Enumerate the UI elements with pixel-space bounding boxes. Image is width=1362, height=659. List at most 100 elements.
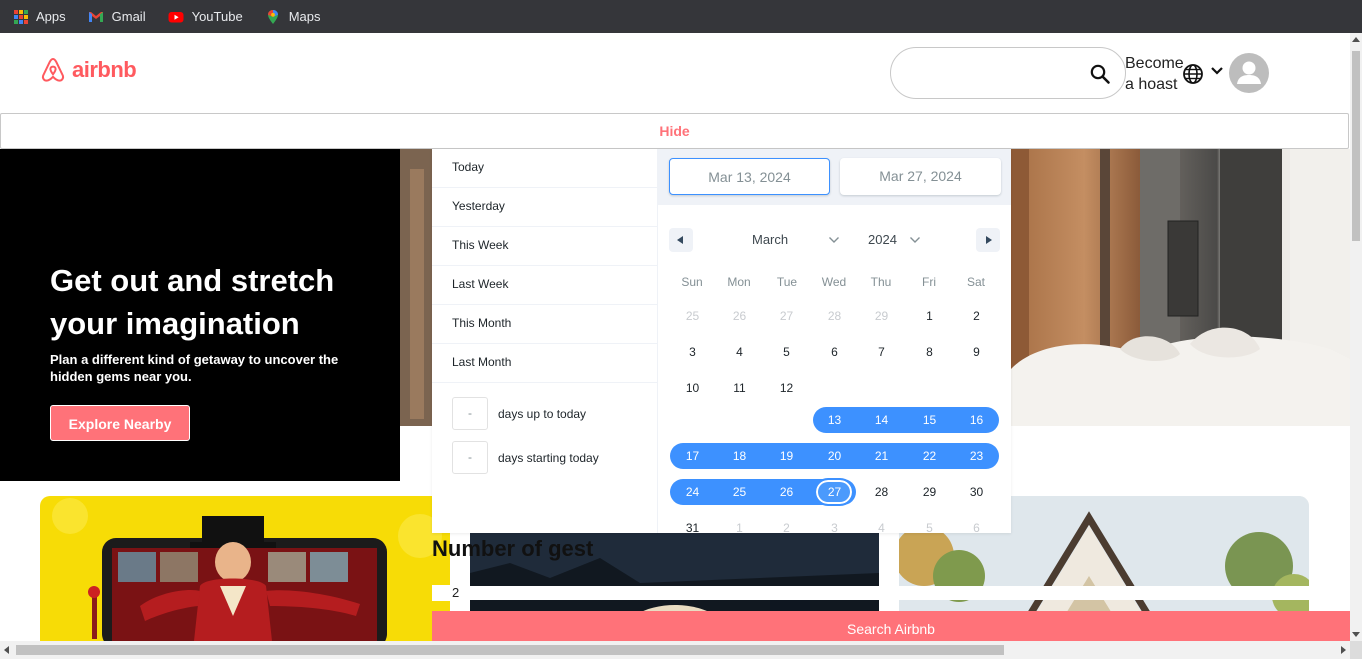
bookmark-youtube[interactable]: YouTube [168, 9, 243, 25]
calendar-day-selected[interactable]: 23 [953, 443, 1000, 469]
start-date-input[interactable]: Mar 13, 2024 [669, 158, 830, 195]
horizontal-scrollbar[interactable] [0, 641, 1350, 659]
preset-last-month[interactable]: Last Month [432, 344, 657, 383]
avatar[interactable] [1229, 53, 1269, 93]
calendar-day[interactable]: 5 [763, 339, 810, 365]
youtube-icon [168, 11, 184, 22]
bookmark-label: Maps [288, 9, 321, 24]
calendar-day[interactable]: 10 [669, 375, 716, 401]
guests-label: Number of gest [432, 536, 594, 561]
hero-subtitle: Plan a different kind of getaway to unco… [50, 352, 339, 384]
calendar-day[interactable]: 6 [953, 515, 1000, 541]
guests-input[interactable]: 2 [432, 585, 470, 601]
calendar-day[interactable]: 29 [858, 303, 905, 329]
preset-this-month[interactable]: This Month [432, 305, 657, 344]
days-up-to-today-input[interactable]: - [452, 397, 488, 430]
calendar-day-selected[interactable]: 25 [716, 479, 763, 505]
calendar-day-selected[interactable]: 16 [953, 407, 1000, 433]
scroll-up-icon[interactable] [1352, 37, 1360, 42]
calendar-day[interactable]: 26 [716, 303, 763, 329]
calendar-day[interactable]: 2 [763, 515, 810, 541]
calendar-day[interactable]: 6 [811, 339, 858, 365]
calendar-day-selected[interactable]: 22 [906, 443, 953, 469]
chevron-down-icon[interactable] [1210, 66, 1224, 76]
calendar-day[interactable]: 27 [763, 303, 810, 329]
chevron-down-icon[interactable] [828, 236, 840, 244]
calendar-day-selected[interactable]: 13 [811, 407, 858, 433]
calendar-day[interactable]: 4 [716, 339, 763, 365]
calendar-day[interactable]: 2 [953, 303, 1000, 329]
bookmark-apps[interactable]: Apps [14, 9, 66, 24]
calendar-day-selected[interactable]: 26 [763, 479, 810, 505]
preset-yesterday[interactable]: Yesterday [432, 188, 657, 227]
preset-today[interactable]: Today [432, 149, 657, 188]
header-search[interactable] [890, 47, 1126, 99]
calendar-day-selected[interactable]: 24 [669, 479, 716, 505]
airbnb-logo[interactable]: airbnb [38, 55, 137, 85]
calendar-day[interactable]: 7 [858, 339, 905, 365]
gmail-icon [88, 11, 103, 22]
calendar-day[interactable]: 12 [763, 375, 810, 401]
calendar-day-selected[interactable]: 20 [811, 443, 858, 469]
calendar-day[interactable]: 5 [906, 515, 953, 541]
scroll-right-icon[interactable] [1341, 646, 1346, 654]
weekday-label: Tue [776, 275, 798, 289]
range-days-starting-today: - days starting today [452, 441, 599, 474]
calendar-day[interactable]: 25 [669, 303, 716, 329]
bookmark-label: YouTube [191, 9, 243, 24]
next-month-button[interactable] [976, 228, 1000, 252]
calendar-day-selected[interactable]: 15 [906, 407, 953, 433]
calendar-day[interactable]: 3 [811, 515, 858, 541]
calendar-panel: Mar 13, 2024 Mar 27, 2024 March 2024 Sun… [658, 149, 1011, 535]
calendar-day-selected[interactable]: 14 [858, 407, 905, 433]
vertical-scrollbar[interactable] [1350, 33, 1362, 641]
calendar-day[interactable]: 3 [669, 339, 716, 365]
calendar-day[interactable]: 8 [906, 339, 953, 365]
preset-last-week[interactable]: Last Week [432, 266, 657, 305]
range-label: days starting today [498, 450, 599, 465]
calendar-day-range-end[interactable]: 27 [811, 479, 858, 505]
calendar-day-selected[interactable]: 21 [858, 443, 905, 469]
explore-nearby-button[interactable]: Explore Nearby [50, 405, 190, 441]
calendar-day[interactable]: 4 [858, 515, 905, 541]
become-host-link[interactable]: Become a hoast [1125, 53, 1185, 95]
calendar-day-selected[interactable]: 19 [763, 443, 810, 469]
scrollbar-thumb[interactable] [16, 645, 1004, 655]
scroll-left-icon[interactable] [4, 646, 9, 654]
globe-icon[interactable] [1182, 63, 1204, 85]
calendar-day[interactable]: 1 [906, 303, 953, 329]
calendar-day[interactable]: 28 [858, 479, 905, 505]
prev-month-button[interactable] [669, 228, 693, 252]
preset-this-week[interactable]: This Week [432, 227, 657, 266]
calendar-day[interactable]: 28 [811, 303, 858, 329]
calendar-day[interactable]: 31 [669, 515, 716, 541]
calendar-day[interactable]: 29 [906, 479, 953, 505]
bookmark-label: Gmail [111, 9, 146, 24]
end-date-input[interactable]: Mar 27, 2024 [840, 158, 1001, 195]
bookmarks-bar: Apps Gmail YouTube Maps [0, 0, 1362, 33]
calendar-day[interactable]: 9 [953, 339, 1000, 365]
calendar-day[interactable]: 30 [953, 479, 1000, 505]
scrollbar-corner [1350, 641, 1362, 659]
month-select[interactable]: March [752, 232, 788, 247]
calendar-day[interactable]: 11 [716, 375, 763, 401]
scroll-down-icon[interactable] [1352, 632, 1360, 637]
search-airbnb-button[interactable]: Search Airbnb [432, 611, 1350, 641]
search-icon[interactable] [1089, 63, 1111, 85]
calendar-day[interactable]: 1 [716, 515, 763, 541]
days-starting-today-input[interactable]: - [452, 441, 488, 474]
chevron-down-icon[interactable] [909, 236, 921, 244]
online-experience-card[interactable] [40, 496, 450, 641]
year-select[interactable]: 2024 [868, 232, 897, 247]
divider [450, 586, 1350, 600]
online-experience-image [52, 498, 442, 641]
bookmark-maps[interactable]: Maps [265, 9, 321, 25]
range-days-up-to-today: - days up to today [452, 397, 586, 430]
scrollbar-thumb[interactable] [1352, 51, 1360, 241]
hero-title: Get out and stretch your imagination [50, 263, 335, 341]
hide-button[interactable]: Hide [0, 113, 1349, 149]
date-presets-panel: Today Yesterday This Week Last Week This… [432, 149, 658, 533]
bookmark-gmail[interactable]: Gmail [88, 9, 146, 25]
calendar-day-selected[interactable]: 17 [669, 443, 716, 469]
calendar-day-selected[interactable]: 18 [716, 443, 763, 469]
